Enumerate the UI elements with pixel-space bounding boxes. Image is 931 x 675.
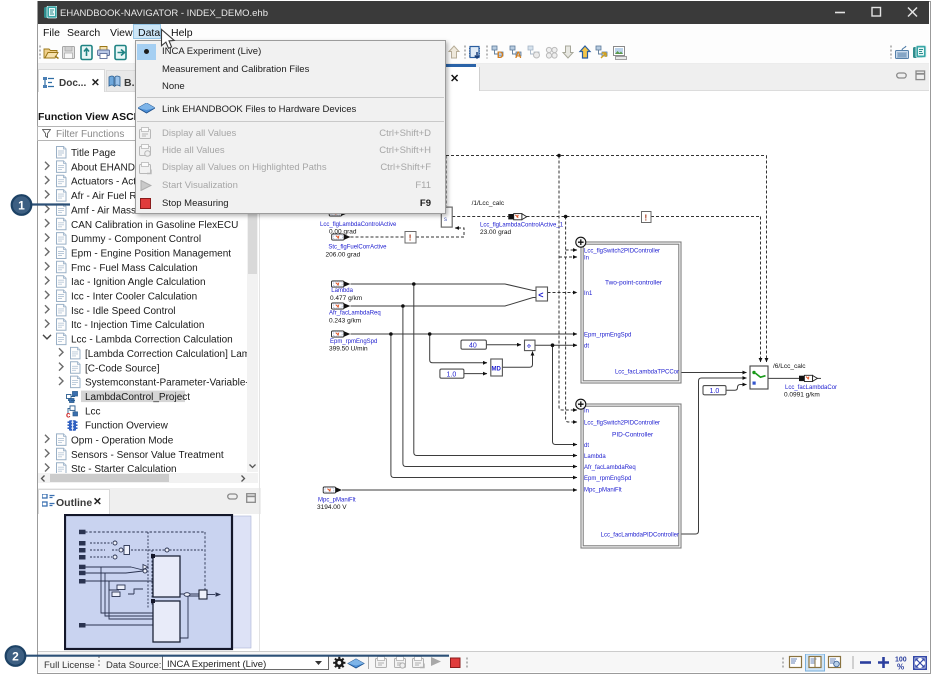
svg-text:Title Page: Title Page [71,148,116,159]
svg-text:Lcc_facLambdaTPCCor: Lcc_facLambdaTPCCor [615,370,679,376]
svg-text:[Lambda Correction Calculation: [Lambda Correction Calculation] Lamb [85,349,247,360]
svg-text:<: < [538,290,543,300]
svg-text:Lcc_facLambdaPIDController: Lcc_facLambdaPIDController [601,533,679,539]
svg-text:Itc - Injection Time Calculati: Itc - Injection Time Calculation [71,320,204,331]
svg-text:Epm - Engine Position Manageme: Epm - Engine Position Management [71,249,231,260]
svg-text:0.243 g/km: 0.243 g/km [329,317,361,324]
svg-text:3194.00 V: 3194.00 V [317,504,347,511]
svg-text:1.0: 1.0 [710,388,720,395]
svg-text:206.00 grad: 206.00 grad [326,251,361,258]
svg-text:s: s [444,217,447,223]
svg-text:Lcc_facLambdaCor: Lcc_facLambdaCor [785,385,837,391]
svg-text:/6/Lcc_calc: /6/Lcc_calc [773,363,806,370]
svg-text:dt: dt [584,443,589,449]
svg-text:In1: In1 [584,291,593,297]
svg-text:/1/Lcc_calc: /1/Lcc_calc [472,200,505,207]
svg-text:Mpc_pManiFlt: Mpc_pManiFlt [584,488,622,494]
svg-text:Lcc - Lambda Correction Calcul: Lcc - Lambda Correction Calculation [71,335,233,346]
svg-text:MD: MD [492,367,502,373]
svg-text:Lcc_flgSwitch2PIDController: Lcc_flgSwitch2PIDController [584,421,660,427]
svg-text:2: 2 [12,649,19,663]
svg-text:Lambda: Lambda [584,454,606,460]
svg-text:Systemconstant-Parameter-Varia: Systemconstant-Parameter-Variable-Cl [85,378,247,389]
svg-text:Lcc: Lcc [85,406,101,417]
svg-text:Icc - Inter Cooler Calculation: Icc - Inter Cooler Calculation [71,292,197,303]
svg-text:Lcc_flgLambdaControlActive_1: Lcc_flgLambdaControlActive_1 [480,222,564,228]
svg-text:Epm_rpmEngSpd: Epm_rpmEngSpd [330,339,377,345]
svg-text:Iac - Ignition Angle Calculati: Iac - Ignition Angle Calculation [71,277,206,288]
svg-text:!: ! [409,234,412,243]
svg-text:Lambda: Lambda [331,288,353,294]
svg-text:LambdaControl_Project: LambdaControl_Project [85,392,190,403]
svg-text:÷: ÷ [527,342,532,351]
svg-text:Opm - Operation Mode: Opm - Operation Mode [71,435,174,446]
svg-text:In: In [584,255,589,261]
svg-text:In: In [584,409,589,415]
svg-text:!: ! [645,213,648,222]
svg-text:PID-Controller: PID-Controller [612,432,654,439]
svg-text:Two-point-controller: Two-point-controller [605,280,663,287]
svg-text:Mpc_pManiFlt: Mpc_pManiFlt [318,497,356,503]
svg-text:1.0: 1.0 [447,371,457,378]
svg-text:Afr_facLambdaReq: Afr_facLambdaReq [584,465,636,471]
svg-text:Stc - Starter Calculation: Stc - Starter Calculation [71,464,177,473]
svg-text:Function Overview: Function Overview [85,421,169,432]
svg-text:dt: dt [584,344,589,350]
svg-text:0.00 grad: 0.00 grad [329,229,357,236]
svg-text:0.0991 g/km: 0.0991 g/km [784,392,820,399]
svg-text:CAN Calibration in Gasoline Fl: CAN Calibration in Gasoline FlexECU [71,220,238,231]
svg-text:%: % [897,663,904,672]
svg-text:Epm_rpmEngSpd: Epm_rpmEngSpd [584,476,631,482]
svg-text:Lcc_flgLambdaControlActive: Lcc_flgLambdaControlActive [320,222,397,228]
svg-text:Dummy - Component Control: Dummy - Component Control [71,234,201,245]
svg-text:1: 1 [18,198,25,212]
svg-text:Fmc - Fuel Mass Calculation: Fmc - Fuel Mass Calculation [71,263,198,274]
svg-text:23.00 grad: 23.00 grad [480,229,511,236]
svg-text:D: D [497,50,504,60]
svg-text:[C-Code Source]: [C-Code Source] [85,363,160,374]
svg-text:Lcc_flgSwitch2PIDController: Lcc_flgSwitch2PIDController [584,248,660,254]
svg-text:Sensors - Sensor Value Treatme: Sensors - Sensor Value Treatment [71,450,224,461]
svg-text:Isc - Idle Speed Control: Isc - Idle Speed Control [71,306,176,317]
svg-text:Afr_facLambdaReq: Afr_facLambdaReq [329,311,381,317]
svg-text:A: A [515,50,522,60]
svg-text:399.50 U/min: 399.50 U/min [329,346,368,353]
svg-text:0.477 g/km: 0.477 g/km [330,295,362,302]
svg-text:Epm_rpmEngSpd: Epm_rpmEngSpd [584,333,631,339]
svg-text:40: 40 [469,342,477,349]
svg-text:Stc_flgFuelCorrActive: Stc_flgFuelCorrActive [328,244,387,250]
